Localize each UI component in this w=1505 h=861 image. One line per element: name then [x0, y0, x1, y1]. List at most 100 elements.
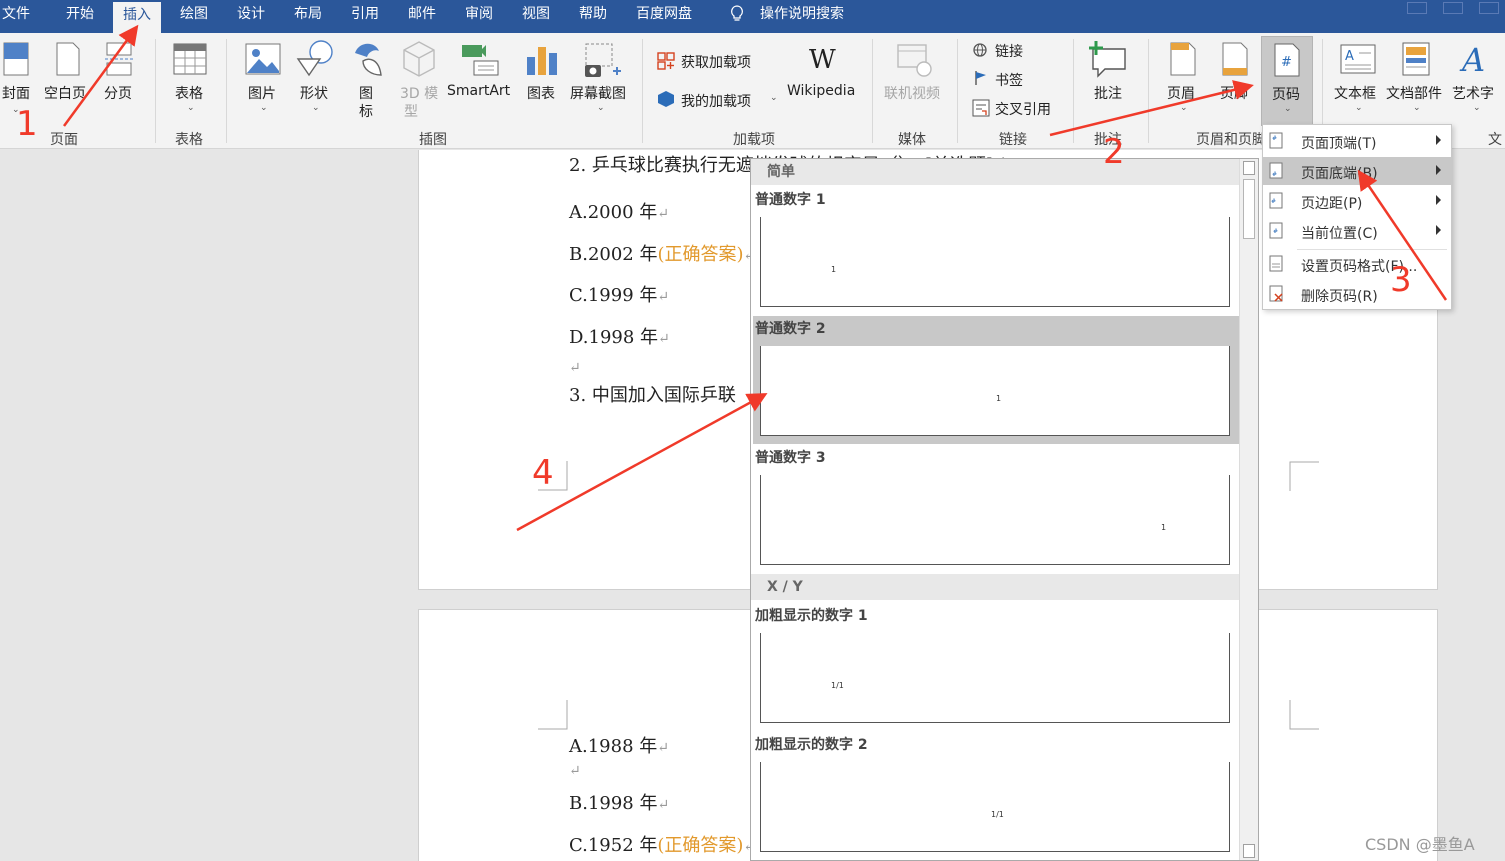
chevron-down-icon: ⌄	[597, 103, 605, 113]
page-break-button[interactable]: 分页	[104, 83, 132, 103]
chevron-down-icon: ⌄	[1284, 104, 1292, 114]
tab-design[interactable]: 设计	[237, 0, 265, 33]
gallery-scrollbar[interactable]	[1239, 159, 1258, 860]
submenu-arrow-icon	[1436, 135, 1441, 145]
group-label-header-footer: 页眉和页脚	[1196, 132, 1266, 148]
tab-review[interactable]: 审阅	[465, 0, 493, 33]
page-number-sample: 1/1	[831, 681, 844, 690]
tab-help[interactable]: 帮助	[579, 0, 607, 33]
cross-reference-button[interactable]: 交叉引用	[995, 99, 1051, 119]
page-bottom-icon: #	[1269, 162, 1283, 179]
gallery-item-plain-number-1[interactable]: 普通数字 1 1	[753, 187, 1239, 315]
tab-layout[interactable]: 布局	[294, 0, 322, 33]
svg-text:#: #	[1272, 171, 1277, 178]
comment-icon	[1089, 41, 1126, 78]
tab-file[interactable]: 文件	[2, 0, 30, 33]
footer-icon	[1222, 42, 1248, 76]
page-break-icon	[105, 42, 133, 76]
group-label-table: 表格	[175, 132, 203, 148]
gallery-item-bold-number-1[interactable]: 加粗显示的数字 1 1/1	[753, 603, 1239, 731]
gallery-item-title: 加粗显示的数字 1	[755, 608, 868, 624]
menu-item-current-position[interactable]: # 当前位置(C)	[1263, 217, 1451, 245]
table-button[interactable]: 表格	[175, 83, 203, 103]
window-control-icon[interactable]	[1443, 2, 1463, 14]
icons-button-line1[interactable]: 图	[359, 83, 373, 103]
get-addins-button[interactable]: 获取加载项	[681, 52, 751, 72]
quick-parts-button[interactable]: 文档部件	[1386, 83, 1442, 103]
group-separator	[1073, 39, 1074, 143]
tab-references[interactable]: 引用	[351, 0, 379, 33]
option-q2-c: C.1999 年↵	[569, 281, 669, 307]
text-box-button[interactable]: 文本框	[1334, 83, 1376, 103]
gallery-item-bold-number-2[interactable]: 加粗显示的数字 2 1/1	[753, 732, 1239, 860]
scroll-down-arrow-icon[interactable]	[1243, 844, 1255, 858]
window-control-icon[interactable]	[1407, 2, 1427, 14]
link-button[interactable]: 链接	[995, 41, 1023, 61]
scrollbar-thumb[interactable]	[1243, 179, 1255, 239]
menu-item-format-page-numbers[interactable]: 设置页码格式(F)...	[1263, 250, 1451, 278]
menu-item-bottom-of-page[interactable]: # 页面底端(B)	[1263, 157, 1451, 185]
gallery-item-plain-number-3[interactable]: 普通数字 3 1	[753, 445, 1239, 573]
group-label-media: 媒体	[898, 132, 926, 148]
tab-baidu-netdisk[interactable]: 百度网盘	[636, 0, 692, 33]
picture-button[interactable]: 图片	[248, 83, 276, 103]
group-separator	[957, 39, 958, 143]
online-video-icon	[897, 44, 932, 77]
scroll-up-arrow-icon[interactable]	[1243, 161, 1255, 175]
footer-button[interactable]: 页脚	[1220, 83, 1248, 103]
3d-model-button-line2[interactable]: 型	[404, 101, 418, 121]
menu-item-remove-page-numbers[interactable]: 删除页码(R)	[1263, 280, 1451, 308]
gallery-preview: 1	[760, 346, 1230, 436]
screenshot-icon	[585, 43, 621, 77]
menu-item-label: 页边距(P)	[1301, 196, 1363, 212]
cover-page-button[interactable]: 封面	[2, 83, 30, 103]
icons-button-line2[interactable]: 标	[359, 101, 373, 121]
gallery-section-header: 简单	[751, 159, 1239, 185]
tab-insert[interactable]: 插入	[113, 2, 161, 33]
gallery-preview: 1	[760, 217, 1230, 307]
link-icon	[973, 43, 987, 57]
wikipedia-button[interactable]: Wikipedia	[787, 83, 855, 99]
svg-text:A: A	[1345, 49, 1354, 64]
blank-page-button[interactable]: 空白页	[44, 83, 86, 103]
chevron-down-icon: ⌄	[312, 103, 320, 113]
smartart-button[interactable]: SmartArt	[447, 83, 510, 99]
header-button[interactable]: 页眉	[1167, 83, 1195, 103]
gallery-item-plain-number-2[interactable]: 普通数字 2 1	[753, 316, 1239, 444]
tab-home[interactable]: 开始	[66, 0, 94, 33]
get-addins-icon	[657, 52, 675, 70]
tab-view[interactable]: 视图	[522, 0, 550, 33]
menu-item-page-margins[interactable]: # 页边距(P)	[1263, 187, 1451, 215]
question-3: 3. 中国加入国际乒联	[569, 385, 736, 406]
bookmark-button[interactable]: 书签	[995, 70, 1023, 90]
paragraph-mark: ↵	[569, 360, 581, 376]
screenshot-button[interactable]: 屏幕截图	[570, 83, 626, 103]
tab-draw[interactable]: 绘图	[180, 0, 208, 33]
correct-answer-tag: (正确答案)	[657, 244, 744, 265]
table-icon	[173, 43, 207, 75]
tell-me-search[interactable]: 操作说明搜索	[760, 0, 844, 33]
crop-mark-icon	[538, 700, 568, 730]
3d-model-icon	[403, 41, 435, 77]
page-number-button[interactable]: # 页码 ⌄	[1261, 36, 1313, 126]
gallery-preview: 1/1	[760, 762, 1230, 852]
gallery-item-title: 普通数字 2	[755, 321, 826, 337]
chart-button[interactable]: 图表	[527, 83, 555, 103]
picture-icon	[245, 43, 281, 75]
chevron-down-icon: ⌄	[260, 103, 268, 113]
gallery-preview: 1	[760, 475, 1230, 565]
comment-button[interactable]: 批注	[1094, 83, 1122, 103]
window-control-icon[interactable]	[1479, 2, 1499, 14]
online-video-button[interactable]: 联机视频	[884, 83, 940, 103]
tab-mailings[interactable]: 邮件	[408, 0, 436, 33]
my-addins-button[interactable]: 我的加载项	[681, 91, 751, 111]
remove-page-numbers-icon	[1269, 285, 1283, 302]
group-separator	[155, 39, 156, 143]
menu-item-top-of-page[interactable]: # 页面顶端(T)	[1263, 127, 1451, 155]
shapes-button[interactable]: 形状	[300, 83, 328, 103]
3d-model-button-line1[interactable]: 3D 模	[400, 83, 438, 103]
group-label-addins: 加载项	[733, 132, 775, 148]
correct-answer-tag: (正确答案)	[657, 835, 744, 856]
crop-mark-icon	[1289, 700, 1319, 730]
wordart-button[interactable]: 艺术字	[1452, 83, 1494, 103]
